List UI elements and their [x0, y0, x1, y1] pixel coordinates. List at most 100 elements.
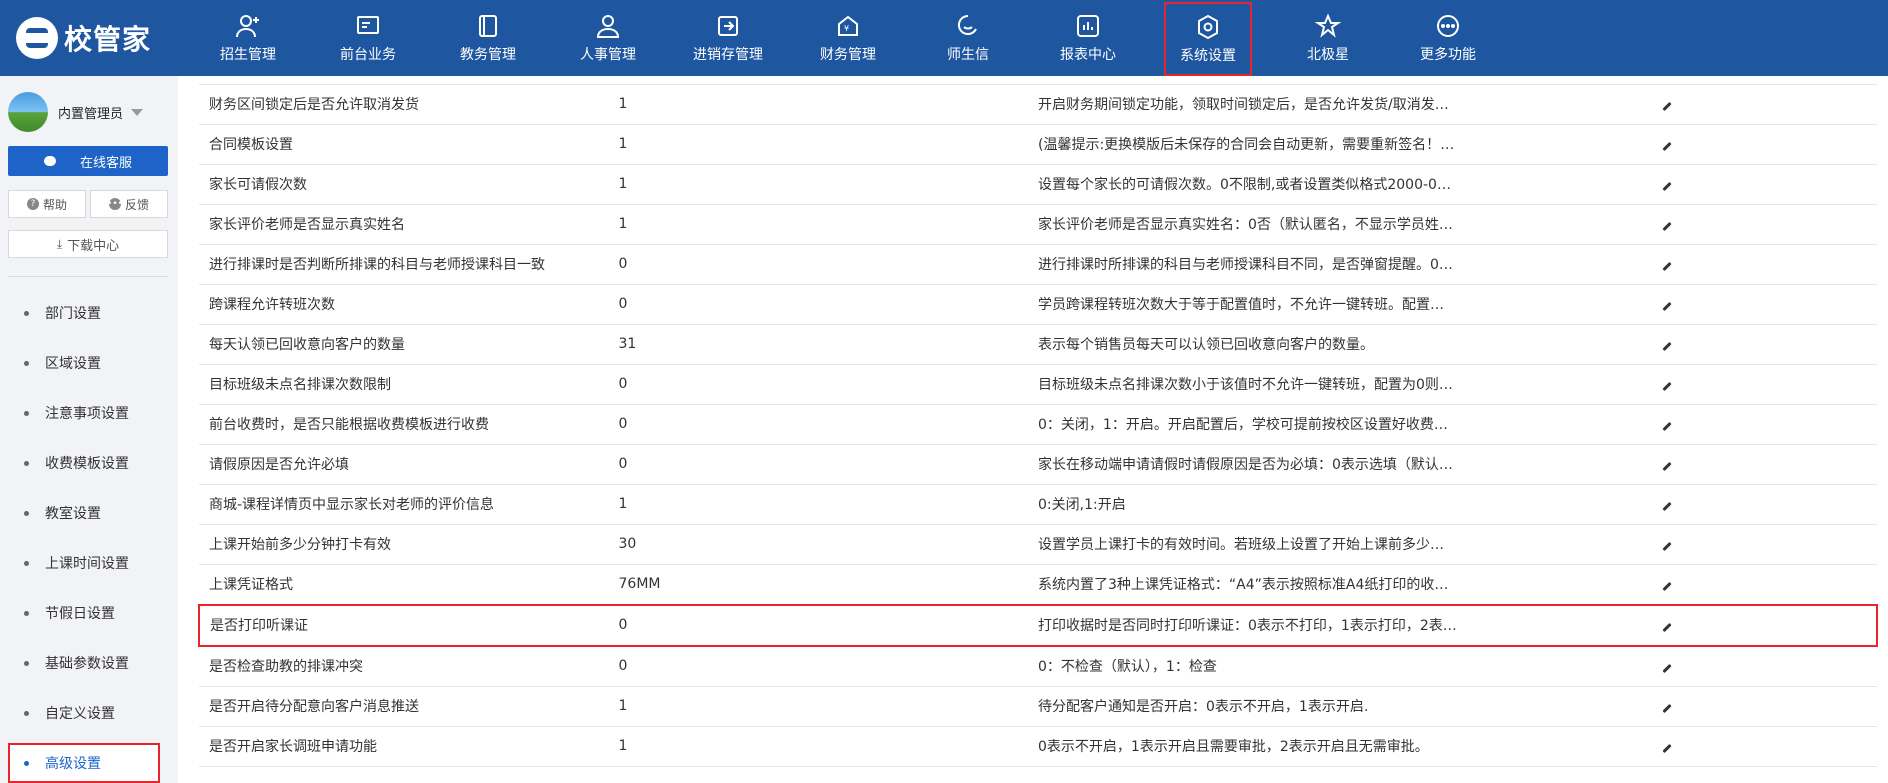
setting-description: 0：关闭，1：开启。开启配置后，学校可提前按校区设置好收费模板，这样在收费时，就… — [1038, 404, 1458, 445]
edit-button[interactable] — [1457, 124, 1877, 165]
edit-button[interactable] — [1457, 686, 1877, 727]
user-name: 内置管理员 — [58, 106, 124, 122]
sidebar-item-9[interactable]: 自定义设置 — [0, 688, 178, 738]
download-center-button[interactable]: ⤓ 下载中心 — [8, 230, 168, 258]
nav-item-label: 招生管理 — [220, 47, 276, 63]
pencil-icon — [1662, 221, 1672, 232]
nav-item-10[interactable]: 北极星 — [1268, 0, 1388, 76]
nav-item-4[interactable]: 人事管理 — [548, 0, 668, 76]
setting-value: 31 — [618, 324, 1038, 365]
edit-button[interactable] — [1457, 444, 1877, 485]
setting-name: 目标班级未点名排课次数限制 — [199, 364, 619, 405]
bullet-icon — [24, 460, 29, 466]
sidebar-item-10[interactable]: 高级设置 — [8, 743, 160, 783]
bar-chart-icon — [1074, 12, 1102, 40]
edit-button[interactable] — [1457, 364, 1877, 405]
yen-house-icon: ¥ — [834, 12, 862, 40]
setting-description: 设置学员上课打卡的有效时间。若班级上设置了开始上课前多少分钟打卡有效，则使用班级… — [1038, 524, 1458, 565]
question-icon: ? — [26, 198, 39, 210]
setting-value: 0 — [618, 645, 1038, 687]
setting-description: 家长在移动端申请请假时请假原因是否为必填：0表示选填（默认），1表示必填 — [1038, 444, 1458, 485]
table-row: 每天认领已回收意向客户的数量 31 表示每个销售员每天可以认领已回收意向客户的数量。 — [199, 324, 1877, 365]
bullet-icon — [24, 660, 29, 666]
sidebar-item-3[interactable]: 注意事项设置 — [0, 388, 178, 438]
download-label: 下载中心 — [67, 238, 120, 254]
edit-button[interactable] — [1457, 726, 1877, 767]
nav-item-label: 报表中心 — [1060, 47, 1116, 63]
setting-description: 0:关闭,1:开启 — [1038, 484, 1458, 525]
sidebar-item-label: 基础参数设置 — [45, 656, 129, 672]
pencil-icon — [1662, 181, 1672, 192]
pencil-icon — [1662, 541, 1672, 552]
setting-value: 1 — [618, 204, 1038, 245]
setting-description: 目标班级未点名排课次数小于该值时不允许一键转班，配置为0则不限制，默认为0 — [1038, 364, 1458, 405]
edit-button[interactable] — [1457, 484, 1877, 525]
edit-button[interactable] — [1457, 164, 1877, 205]
setting-name: 商城-课程详情页中显示家长对老师的评价信息 — [199, 484, 619, 525]
edit-button[interactable] — [1457, 244, 1877, 285]
star-icon — [1314, 12, 1342, 40]
top-navbar: 校管家 招生管理 前台业务 教务管理 人事管理 进销存管理 ¥ 财务管理 师生信 报表中心 系统设… — [0, 0, 1888, 76]
chevron-down-icon — [131, 108, 144, 116]
edit-button[interactable] — [1457, 404, 1877, 445]
nav-item-9[interactable]: 系统设置 — [1164, 2, 1252, 76]
sidebar-item-label: 节假日设置 — [45, 606, 115, 622]
nav-item-3[interactable]: 教务管理 — [428, 0, 548, 76]
setting-description: 表示每个销售员每天可以认领已回收意向客户的数量。 — [1038, 324, 1458, 365]
nav-item-2[interactable]: 前台业务 — [308, 0, 428, 76]
online-service-label: 在线客服 — [79, 155, 132, 171]
bullet-icon — [24, 560, 29, 566]
sidebar-item-label: 自定义设置 — [45, 706, 115, 722]
edit-button[interactable] — [1457, 524, 1877, 565]
setting-name: 家长可请假次数 — [199, 164, 619, 205]
edit-button[interactable] — [1457, 603, 1878, 647]
sidebar-item-7[interactable]: 节假日设置 — [0, 588, 178, 638]
brand-logo[interactable]: 校管家 — [16, 16, 151, 60]
sidebar-item-5[interactable]: 教室设置 — [0, 488, 178, 538]
nav-item-7[interactable]: 师生信 — [908, 0, 1028, 76]
help-label: 帮助 — [42, 197, 67, 212]
nav-item-8[interactable]: 报表中心 — [1028, 0, 1148, 76]
setting-description: 进行排课时所排课的科目与老师授课科目不同，是否弹窗提醒。0否，1是 — [1038, 244, 1458, 285]
sidebar-item-8[interactable]: 基础参数设置 — [0, 638, 178, 688]
sidebar-item-2[interactable]: 区域设置 — [0, 338, 178, 388]
edit-button[interactable] — [1457, 324, 1877, 365]
sidebar-item-1[interactable]: 部门设置 — [0, 288, 178, 338]
user-menu[interactable]: 内置管理员 — [8, 92, 144, 132]
sidebar-item-label: 注意事项设置 — [45, 406, 129, 422]
feedback-button[interactable]: ••• 反馈 — [90, 190, 168, 218]
pencil-icon — [1662, 581, 1672, 592]
pencil-icon — [1662, 141, 1672, 152]
sidebar-item-4[interactable]: 收费模板设置 — [0, 438, 178, 488]
nav-item-label: 人事管理 — [580, 47, 636, 63]
nav-item-5[interactable]: 进销存管理 — [668, 0, 788, 76]
download-icon: ⤓ — [56, 236, 63, 251]
logo-icon — [16, 17, 58, 59]
edit-button[interactable] — [1457, 84, 1877, 125]
sidebar-item-6[interactable]: 上课时间设置 — [0, 538, 178, 588]
sidebar-item-label: 教室设置 — [45, 506, 101, 522]
table-row: 是否开启待分配意向客户消息推送 1 待分配客户通知是否开启：0表示不开启，1表示开启… — [199, 686, 1877, 727]
nav-item-1[interactable]: 招生管理 — [188, 0, 308, 76]
nav-item-11[interactable]: 更多功能 — [1388, 0, 1508, 76]
pencil-icon — [1662, 421, 1672, 432]
feedback-label: 反馈 — [124, 197, 149, 212]
nav-item-label: 教务管理 — [460, 47, 516, 63]
edit-button[interactable] — [1457, 564, 1877, 605]
help-button[interactable]: ? 帮助 — [8, 190, 86, 218]
setting-name: 上课开始前多少分钟打卡有效 — [199, 524, 619, 565]
import-icon — [714, 12, 742, 40]
setting-value: 30 — [618, 524, 1038, 565]
table-row: 请假原因是否允许必填 0 家长在移动端申请请假时请假原因是否为必填：0表示选填（默认… — [199, 444, 1877, 485]
online-service-button[interactable]: 在线客服 — [8, 146, 168, 176]
edit-button[interactable] — [1457, 284, 1877, 325]
table-row: 合同模板设置1(温馨提示:更换模版后未保存的合同会自动更新，需要重新签名！确认更… — [199, 124, 1877, 165]
nav-item-6[interactable]: ¥ 财务管理 — [788, 0, 908, 76]
pencil-icon — [1662, 381, 1672, 392]
advanced-settings-table: 财务区间锁定后是否允许取消发货 1 开启财务期间锁定功能，领取时间锁定后，是否允许发… — [198, 76, 1878, 767]
main-nav: 招生管理 前台业务 教务管理 人事管理 进销存管理 ¥ 财务管理 师生信 报表中心 系统设置 北极星… — [188, 0, 1508, 76]
person-add-icon — [234, 12, 262, 40]
table-row: 是否检查助教的排课冲突 0 0：不检查（默认），1：检查 — [199, 645, 1877, 687]
nav-item-label: 更多功能 — [1420, 47, 1476, 63]
edit-button[interactable] — [1457, 204, 1877, 245]
